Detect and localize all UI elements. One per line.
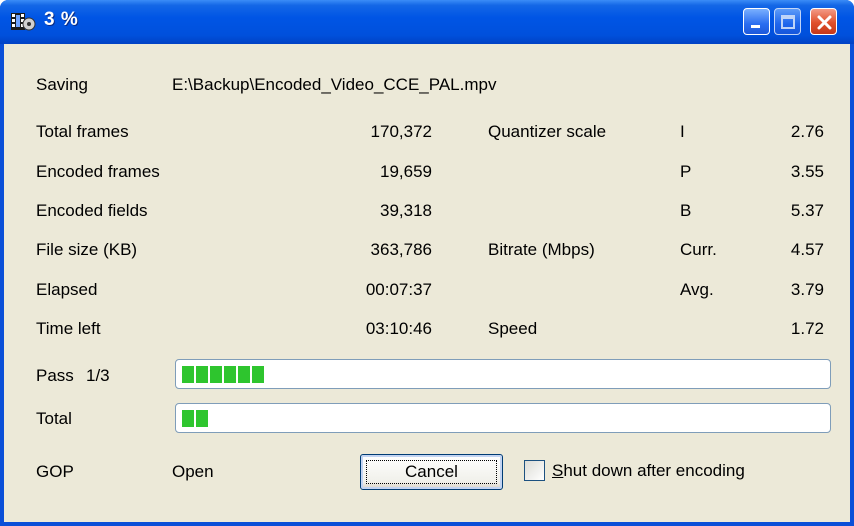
saving-label: Saving: [36, 75, 88, 94]
minimize-button[interactable]: [743, 8, 770, 35]
elapsed-label: Elapsed: [36, 280, 98, 299]
file-size-value: 363,786: [370, 240, 432, 259]
time-left-value: 03:10:46: [365, 319, 432, 338]
dialog-body: Saving E:\Backup\Encoded_Video_CCE_PAL.m…: [4, 44, 850, 522]
encoded-frames-value: 19,659: [380, 162, 432, 181]
pass-progress-fill: [182, 366, 264, 383]
maximize-button[interactable]: [774, 8, 801, 35]
total-progress-bar: [175, 403, 831, 433]
close-button[interactable]: [810, 8, 837, 35]
total-frames-value: 170,372: [370, 122, 432, 141]
encoded-fields-value: 39,318: [380, 201, 432, 220]
gop-label: GOP: [36, 462, 74, 481]
speed-label: Speed: [488, 319, 538, 338]
cancel-button[interactable]: Cancel: [360, 454, 503, 490]
film-encoder-icon: [11, 13, 36, 31]
bitrate-label: Bitrate (Mbps): [488, 240, 595, 259]
encoded-frames-label: Encoded frames: [36, 162, 160, 181]
quantizer-b-label: B: [680, 201, 692, 220]
pass-progress-bar: [175, 359, 831, 389]
shutdown-accelerator: S: [552, 461, 564, 480]
close-icon: [817, 15, 832, 30]
shutdown-checkbox-label[interactable]: Shut down after encoding: [552, 461, 745, 481]
speed-value: 1.72: [790, 319, 824, 338]
pass-value: 1/3: [86, 366, 110, 385]
quantizer-p-label: P: [680, 162, 692, 181]
window-title: 3 %: [44, 9, 79, 30]
total-frames-label: Total frames: [36, 122, 129, 141]
maximize-icon: [781, 15, 795, 29]
gop-value: Open: [172, 462, 214, 481]
quantizer-i-value: 2.76: [790, 122, 824, 141]
bitrate-avg-label: Avg.: [680, 280, 714, 299]
bitrate-curr-label: Curr.: [680, 240, 717, 259]
shutdown-checkbox[interactable]: [524, 460, 545, 481]
elapsed-value: 00:07:37: [365, 280, 432, 299]
encoding-progress-window: 3 % Saving E:\Backup\Encoded_Video_CCE_P…: [0, 0, 854, 526]
bitrate-avg-value: 3.79: [790, 280, 824, 299]
quantizer-b-value: 5.37: [790, 201, 824, 220]
quantizer-scale-label: Quantizer scale: [488, 122, 607, 141]
quantizer-i-label: I: [680, 122, 685, 141]
time-left-label: Time left: [36, 319, 101, 338]
title-bar[interactable]: 3 %: [0, 0, 854, 44]
shutdown-label-text: hut down after encoding: [563, 461, 745, 480]
saving-path: E:\Backup\Encoded_Video_CCE_PAL.mpv: [172, 75, 497, 94]
quantizer-p-value: 3.55: [790, 162, 824, 181]
total-progress-fill: [182, 410, 208, 427]
cancel-button-label: Cancel: [405, 462, 458, 481]
encoded-fields-label: Encoded fields: [36, 201, 148, 220]
minimize-icon: [751, 25, 760, 28]
file-size-label: File size (KB): [36, 240, 138, 259]
pass-label: Pass: [36, 366, 74, 385]
bitrate-curr-value: 4.57: [790, 240, 824, 259]
total-label: Total: [36, 409, 72, 428]
